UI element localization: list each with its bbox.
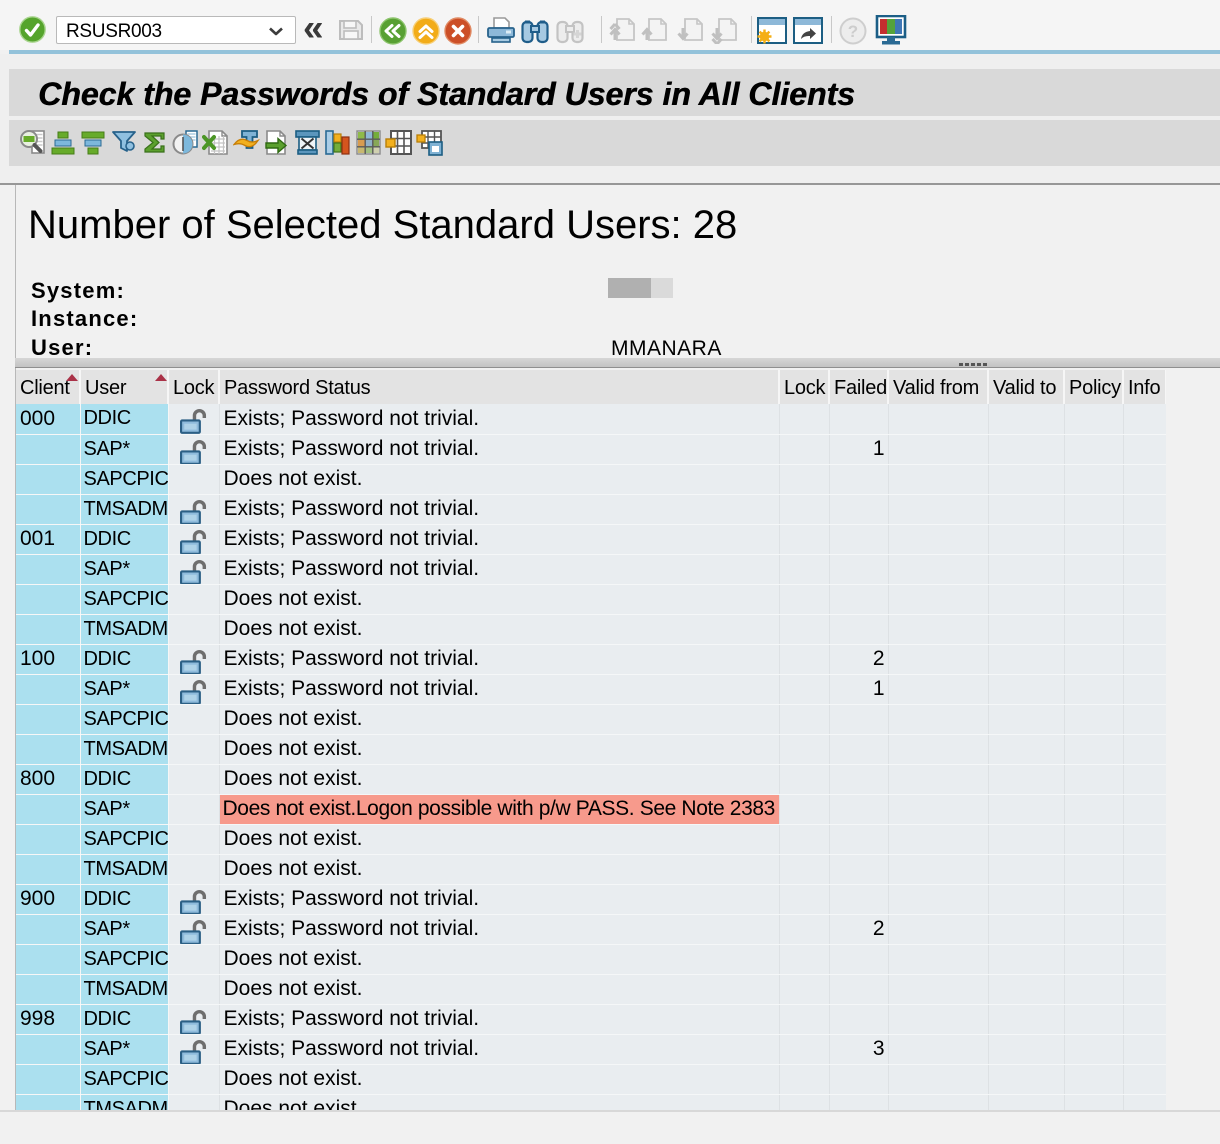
svg-text:?: ? bbox=[848, 22, 858, 41]
